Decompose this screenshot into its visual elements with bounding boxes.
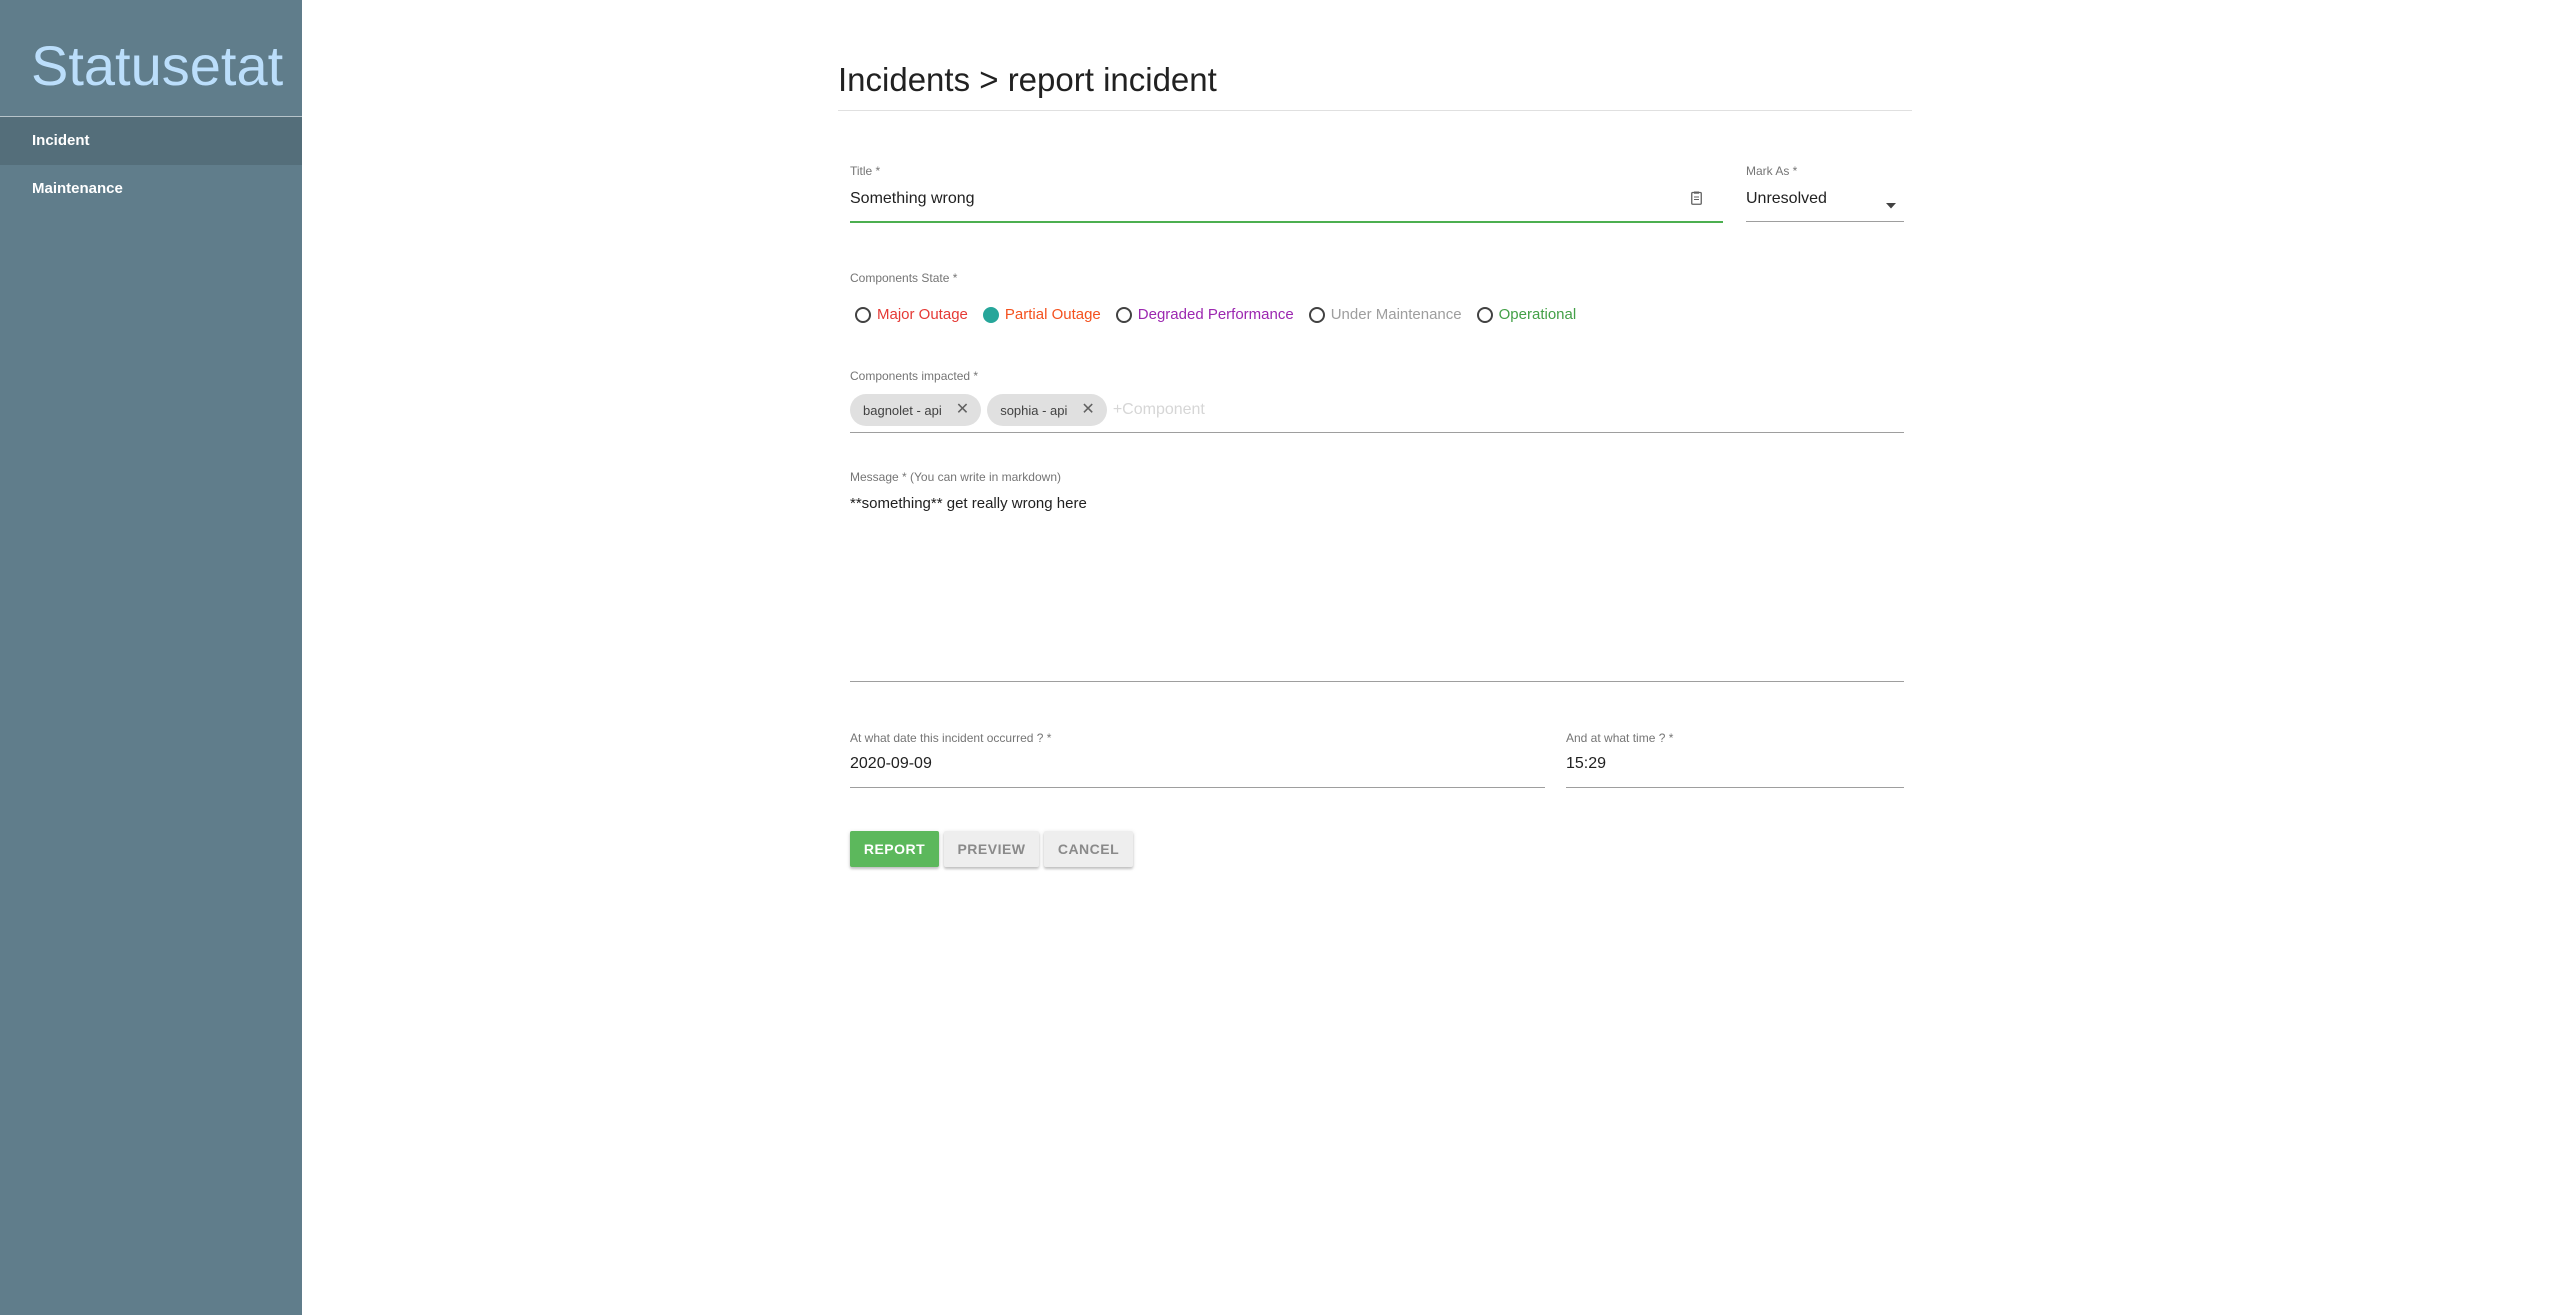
time-input[interactable]: 15:29 (1566, 754, 1896, 774)
mark-as-label: Mark As * (1746, 164, 1798, 178)
cancel-button[interactable]: CANCEL (1044, 831, 1133, 867)
component-input[interactable]: +Component (1113, 401, 1205, 419)
sidebar-item-incident[interactable]: Incident (0, 117, 302, 165)
mark-as-select[interactable]: Unresolved (1746, 189, 1876, 209)
radio-circle-checked (982, 306, 999, 323)
message-underline (850, 681, 1904, 682)
radio-label: Under Maintenance (1330, 306, 1462, 323)
sidebar-item-label: Incident (32, 132, 90, 149)
message-label: Message * (You can write in markdown) (850, 470, 1061, 484)
date-underline (850, 787, 1545, 788)
title-underline (850, 221, 1723, 223)
radio-circle (1476, 306, 1493, 323)
title-label: Title * (850, 164, 881, 178)
radio-label: Degraded Performance (1137, 306, 1294, 323)
chip-label: sophia - api (1000, 402, 1068, 418)
sidebar-item-maintenance[interactable]: Maintenance (0, 165, 302, 213)
message-textarea[interactable]: **something** get really wrong here (850, 494, 1900, 674)
radio-label: Partial Outage (1004, 306, 1101, 323)
radio-operational[interactable]: Operational (1476, 306, 1577, 323)
chip-label: bagnolet - api (863, 402, 942, 418)
components-chips: bagnolet - api ✕ sophia - api ✕ +Compone… (850, 394, 1205, 426)
component-chip: sophia - api ✕ (987, 394, 1107, 426)
components-state-label: Components State * (850, 271, 958, 285)
preview-button[interactable]: PREVIEW (944, 831, 1039, 867)
sidebar: Statusetat Incident Maintenance (0, 0, 302, 1315)
radio-circle (1115, 306, 1132, 323)
close-icon[interactable]: ✕ (1081, 402, 1094, 418)
page-title: Incidents > report incident (838, 60, 1912, 111)
radio-label: Major Outage (877, 306, 968, 323)
radio-label: Operational (1498, 306, 1577, 323)
chevron-down-icon[interactable] (1886, 196, 1896, 209)
report-button[interactable]: REPORT (850, 831, 939, 867)
time-label: And at what time ? * (1566, 731, 1674, 745)
report-form: Title * Something wrong Mark As * Unreso… (0, 0, 2560, 1315)
components-underline (850, 432, 1904, 433)
component-chip: bagnolet - api ✕ (850, 394, 982, 426)
title-input[interactable]: Something wrong (850, 189, 1680, 209)
main-content: Incidents > report incident (838, 0, 1912, 111)
close-icon[interactable]: ✕ (956, 402, 969, 418)
app-brand: Statusetat (0, 0, 302, 117)
time-underline (1566, 787, 1904, 788)
date-input[interactable]: 2020-09-09 (850, 754, 1540, 774)
clipboard-icon[interactable] (1691, 191, 1702, 205)
sidebar-item-label: Maintenance (32, 180, 123, 197)
radio-circle (855, 306, 871, 323)
radio-major-outage[interactable]: Major Outage (855, 306, 968, 323)
radio-under-maintenance[interactable]: Under Maintenance (1308, 306, 1462, 323)
radio-degraded-performance[interactable]: Degraded Performance (1115, 306, 1294, 323)
components-state-radio-group: Major Outage Partial Outage Degraded Per… (855, 306, 1591, 323)
components-impacted-label: Components impacted * (850, 369, 979, 383)
radio-circle (1308, 306, 1325, 323)
date-label: At what date this incident occurred ? * (850, 731, 1052, 745)
mark-as-underline (1746, 221, 1904, 222)
radio-partial-outage[interactable]: Partial Outage (982, 306, 1101, 323)
